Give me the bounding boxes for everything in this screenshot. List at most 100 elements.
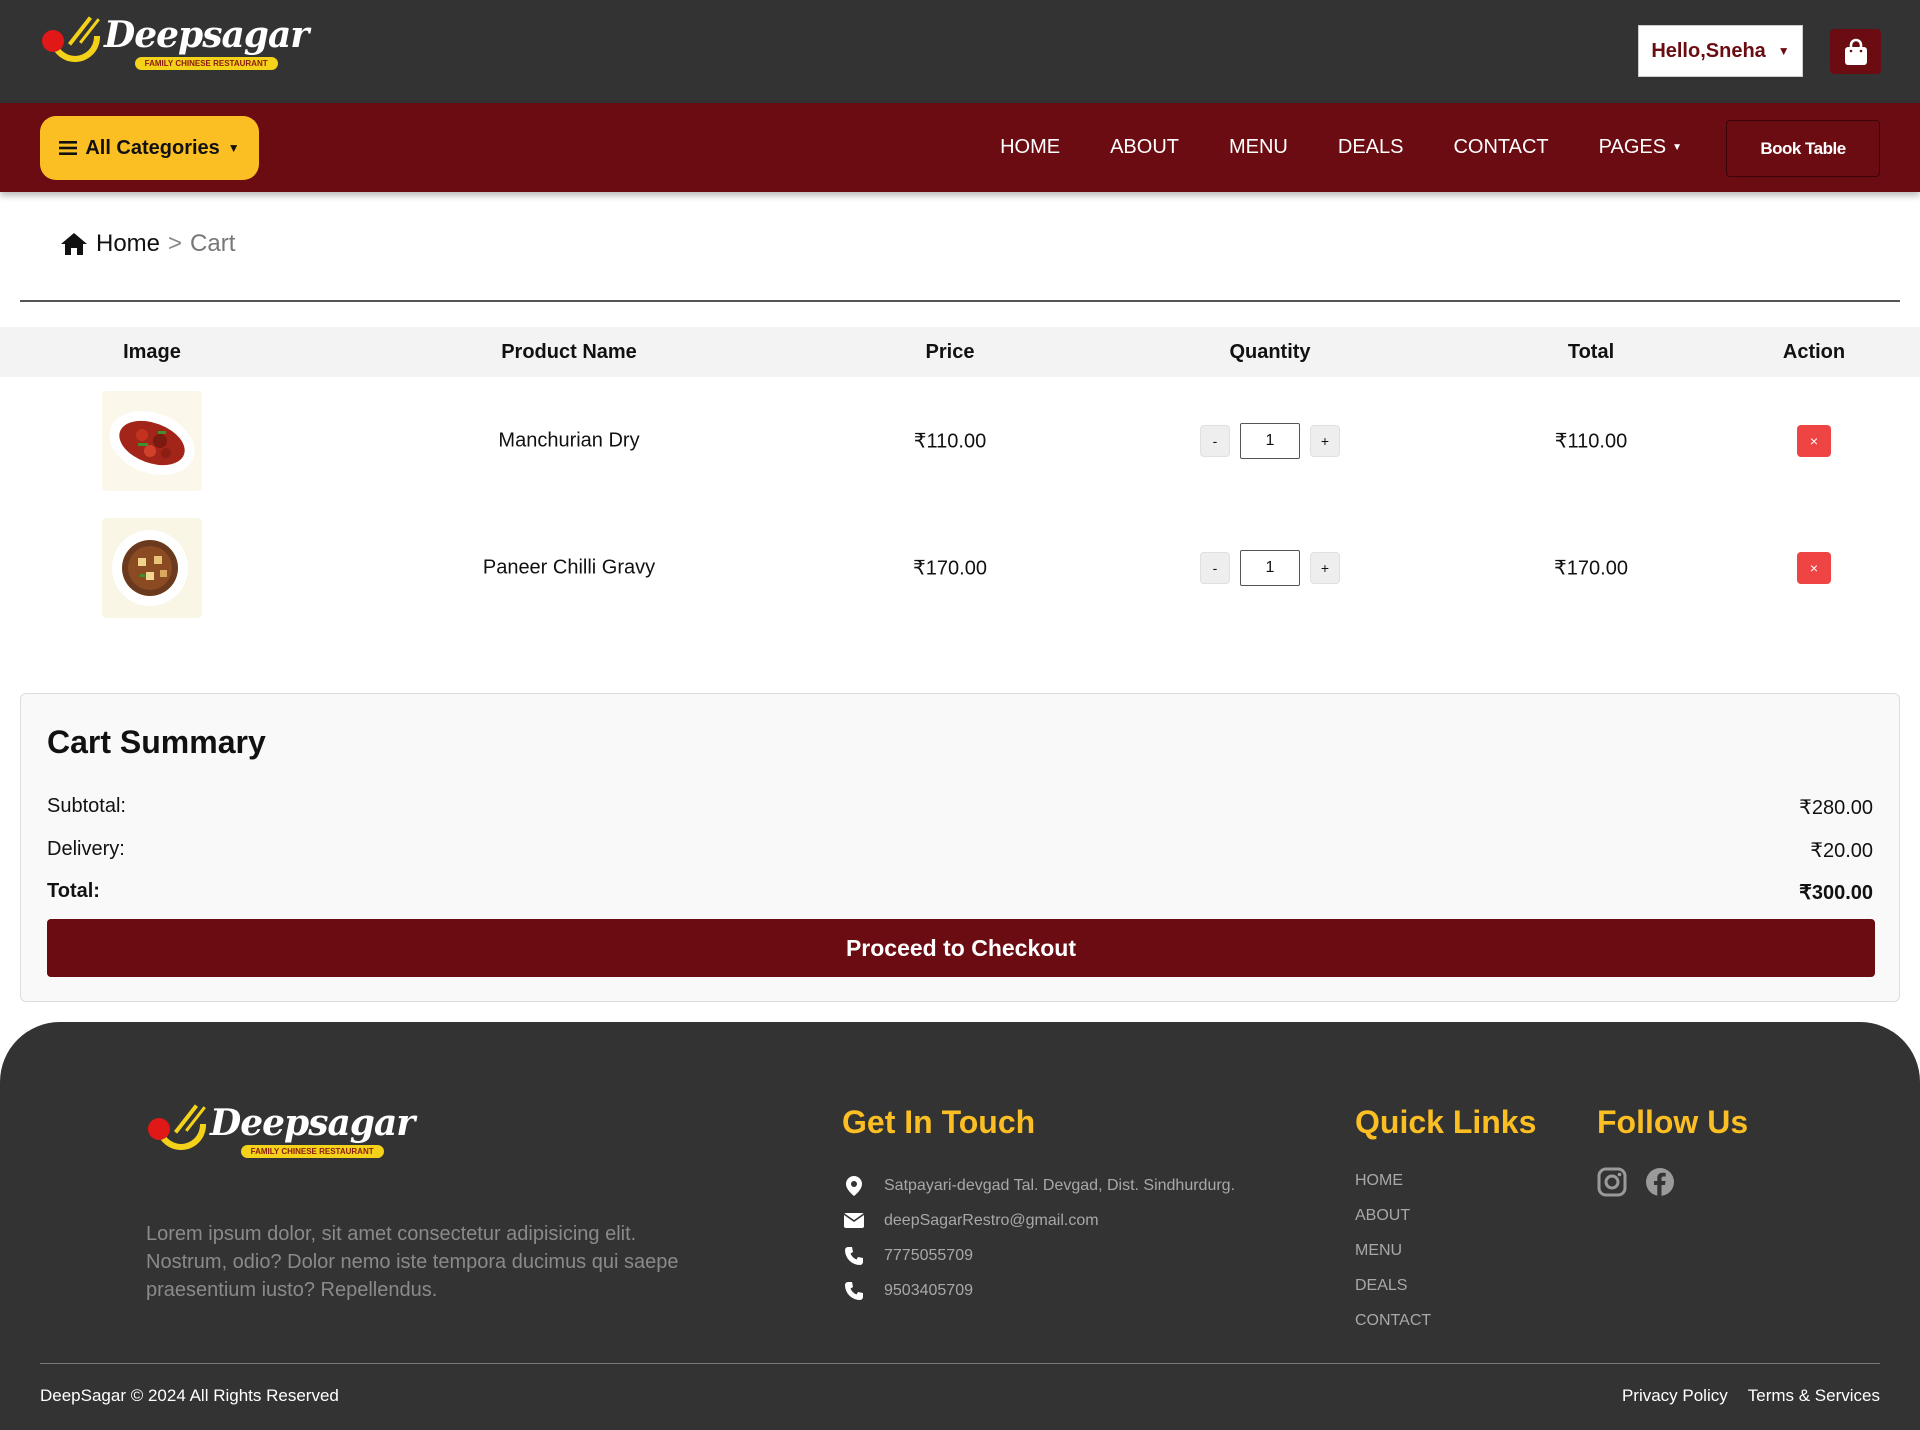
all-categories-button[interactable]: All Categories ▼ [40,116,259,180]
product-price: ₹110.00 [913,430,987,453]
phone-icon [842,1246,866,1266]
nav-contact[interactable]: CONTACT [1453,136,1548,159]
breadcrumb-home[interactable]: Home [96,230,160,258]
home-icon [61,233,87,255]
subtotal-row: Subtotal: ₹280.00 [47,795,1873,820]
total-row: Total: ₹300.00 [47,880,1873,905]
breadcrumb-current: Cart [190,230,236,257]
increase-quantity-button[interactable]: + [1310,425,1340,457]
contact-address: Satpayari-devgad Tal. Devgad, Dist. Sind… [842,1168,1235,1203]
brand-logo[interactable]: Deepsagar FAMILY CHINESE RESTAURANT [40,13,309,72]
book-table-button[interactable]: Book Table [1726,120,1880,177]
follow-us-heading: Follow Us [1597,1104,1749,1140]
all-categories-label: All Categories [85,136,220,159]
email-text: deepSagarRestro@gmail.com [884,1211,1099,1229]
breadcrumb-separator: > [168,230,183,257]
column-header-price: Price [925,341,975,363]
caret-down-icon: ▼ [227,141,240,155]
footer-divider [40,1363,1880,1364]
user-menu-button[interactable]: Hello,Sneha ▼ [1638,25,1803,77]
envelope-icon [842,1213,866,1228]
decrease-quantity-button[interactable]: - [1200,552,1230,584]
breadcrumb: Home > Cart [60,230,235,258]
main-nav: All Categories ▼ HOME ABOUT MENU DEALS C… [0,103,1920,192]
user-greeting: Hello,Sneha [1651,39,1766,62]
product-image [102,518,202,618]
cart-summary: Cart Summary Subtotal: ₹280.00 Delivery:… [20,693,1900,1002]
address-text: Satpayari-devgad Tal. Devgad, Dist. Sind… [884,1176,1236,1194]
privacy-policy-link[interactable]: Privacy Policy [1622,1386,1728,1406]
remove-item-button[interactable]: × [1797,425,1831,457]
quick-links-heading: Quick Links [1355,1104,1537,1140]
bowl-logo-icon [40,14,110,72]
phone-icon [842,1281,866,1301]
delivery-row: Delivery: ₹20.00 [47,838,1873,863]
instagram-icon[interactable] [1597,1167,1627,1197]
quantity-input[interactable]: 1 [1240,550,1300,586]
checkout-button[interactable]: Proceed to Checkout [47,919,1875,977]
bowl-logo-icon [146,1102,216,1160]
facebook-icon[interactable] [1645,1167,1675,1197]
delivery-label: Delivery: [47,838,125,860]
column-header-quantity: Quantity [1229,341,1311,363]
quantity-input[interactable]: 1 [1240,423,1300,459]
contact-phone[interactable]: 7775055709 [842,1238,1235,1273]
quick-link-about[interactable]: ABOUT [1355,1203,1431,1238]
total-value: ₹300.00 [1799,882,1873,904]
table-row: Paneer Chilli Gravy ₹170.00 - 1 + ₹170.0… [0,518,1920,618]
decrease-quantity-button[interactable]: - [1200,425,1230,457]
divider [20,300,1900,302]
remove-item-button[interactable]: × [1797,552,1831,584]
nav-home[interactable]: HOME [1000,136,1060,159]
get-in-touch-heading: Get In Touch [842,1104,1036,1140]
footer-legal-links: Privacy Policy Terms & Services [1622,1386,1880,1406]
terms-link[interactable]: Terms & Services [1748,1386,1880,1406]
product-image [102,391,202,491]
line-total: ₹110.00 [1554,430,1628,453]
quantity-stepper: - 1 + [1200,550,1340,586]
nav-menu[interactable]: MENU [1229,136,1288,159]
footer-description: Lorem ipsum dolor, sit amet consectetur … [146,1223,679,1301]
phone-text: 7775055709 [884,1246,973,1264]
column-header-product: Product Name [501,341,637,363]
menu-icon [59,141,78,155]
contact-list: Satpayari-devgad Tal. Devgad, Dist. Sind… [842,1168,1235,1308]
quantity-stepper: - 1 + [1200,423,1340,459]
quick-link-home[interactable]: HOME [1355,1168,1431,1203]
column-header-action: Action [1782,341,1846,363]
product-price: ₹170.00 [913,557,987,580]
brand-tagline: FAMILY CHINESE RESTAURANT [134,56,278,70]
cart-table-header: Image Product Name Price Quantity Total … [0,327,1920,377]
phone-text: 9503405709 [884,1281,973,1299]
column-header-total: Total [1567,341,1615,363]
quick-link-deals[interactable]: DEALS [1355,1273,1431,1308]
total-label: Total: [47,880,100,902]
product-name: Manchurian Dry [498,429,640,452]
nav-pages[interactable]: PAGES ▼ [1599,136,1682,159]
cart-button[interactable] [1830,29,1881,74]
caret-down-icon: ▼ [1777,44,1790,58]
copyright-text: DeepSagar © 2024 All Rights Reserved [40,1386,339,1405]
increase-quantity-button[interactable]: + [1310,552,1340,584]
shopping-bag-icon [1844,38,1867,65]
social-links [1597,1167,1675,1197]
column-header-image: Image [123,341,181,363]
line-total: ₹170.00 [1554,557,1628,580]
quick-links-list: HOME ABOUT MENU DEALS CONTACT [1355,1168,1431,1343]
brand-name: Deepsagar [210,1101,415,1144]
footer-brand-logo[interactable]: Deepsagar FAMILY CHINESE RESTAURANT [146,1101,415,1160]
brand-name: Deepsagar [104,13,309,56]
brand-tagline: FAMILY CHINESE RESTAURANT [240,1144,384,1158]
subtotal-label: Subtotal: [47,795,126,817]
nav-about[interactable]: ABOUT [1110,136,1179,159]
nav-deals[interactable]: DEALS [1338,136,1404,159]
cart-summary-title: Cart Summary [47,724,266,760]
quick-link-contact[interactable]: CONTACT [1355,1308,1431,1343]
quick-link-menu[interactable]: MENU [1355,1238,1431,1273]
contact-email[interactable]: deepSagarRestro@gmail.com [842,1203,1235,1238]
contact-phone[interactable]: 9503405709 [842,1273,1235,1308]
subtotal-value: ₹280.00 [1799,797,1873,819]
location-pin-icon [842,1175,866,1196]
table-row: Manchurian Dry ₹110.00 - 1 + ₹110.00 × [0,391,1920,491]
product-name: Paneer Chilli Gravy [482,556,656,579]
